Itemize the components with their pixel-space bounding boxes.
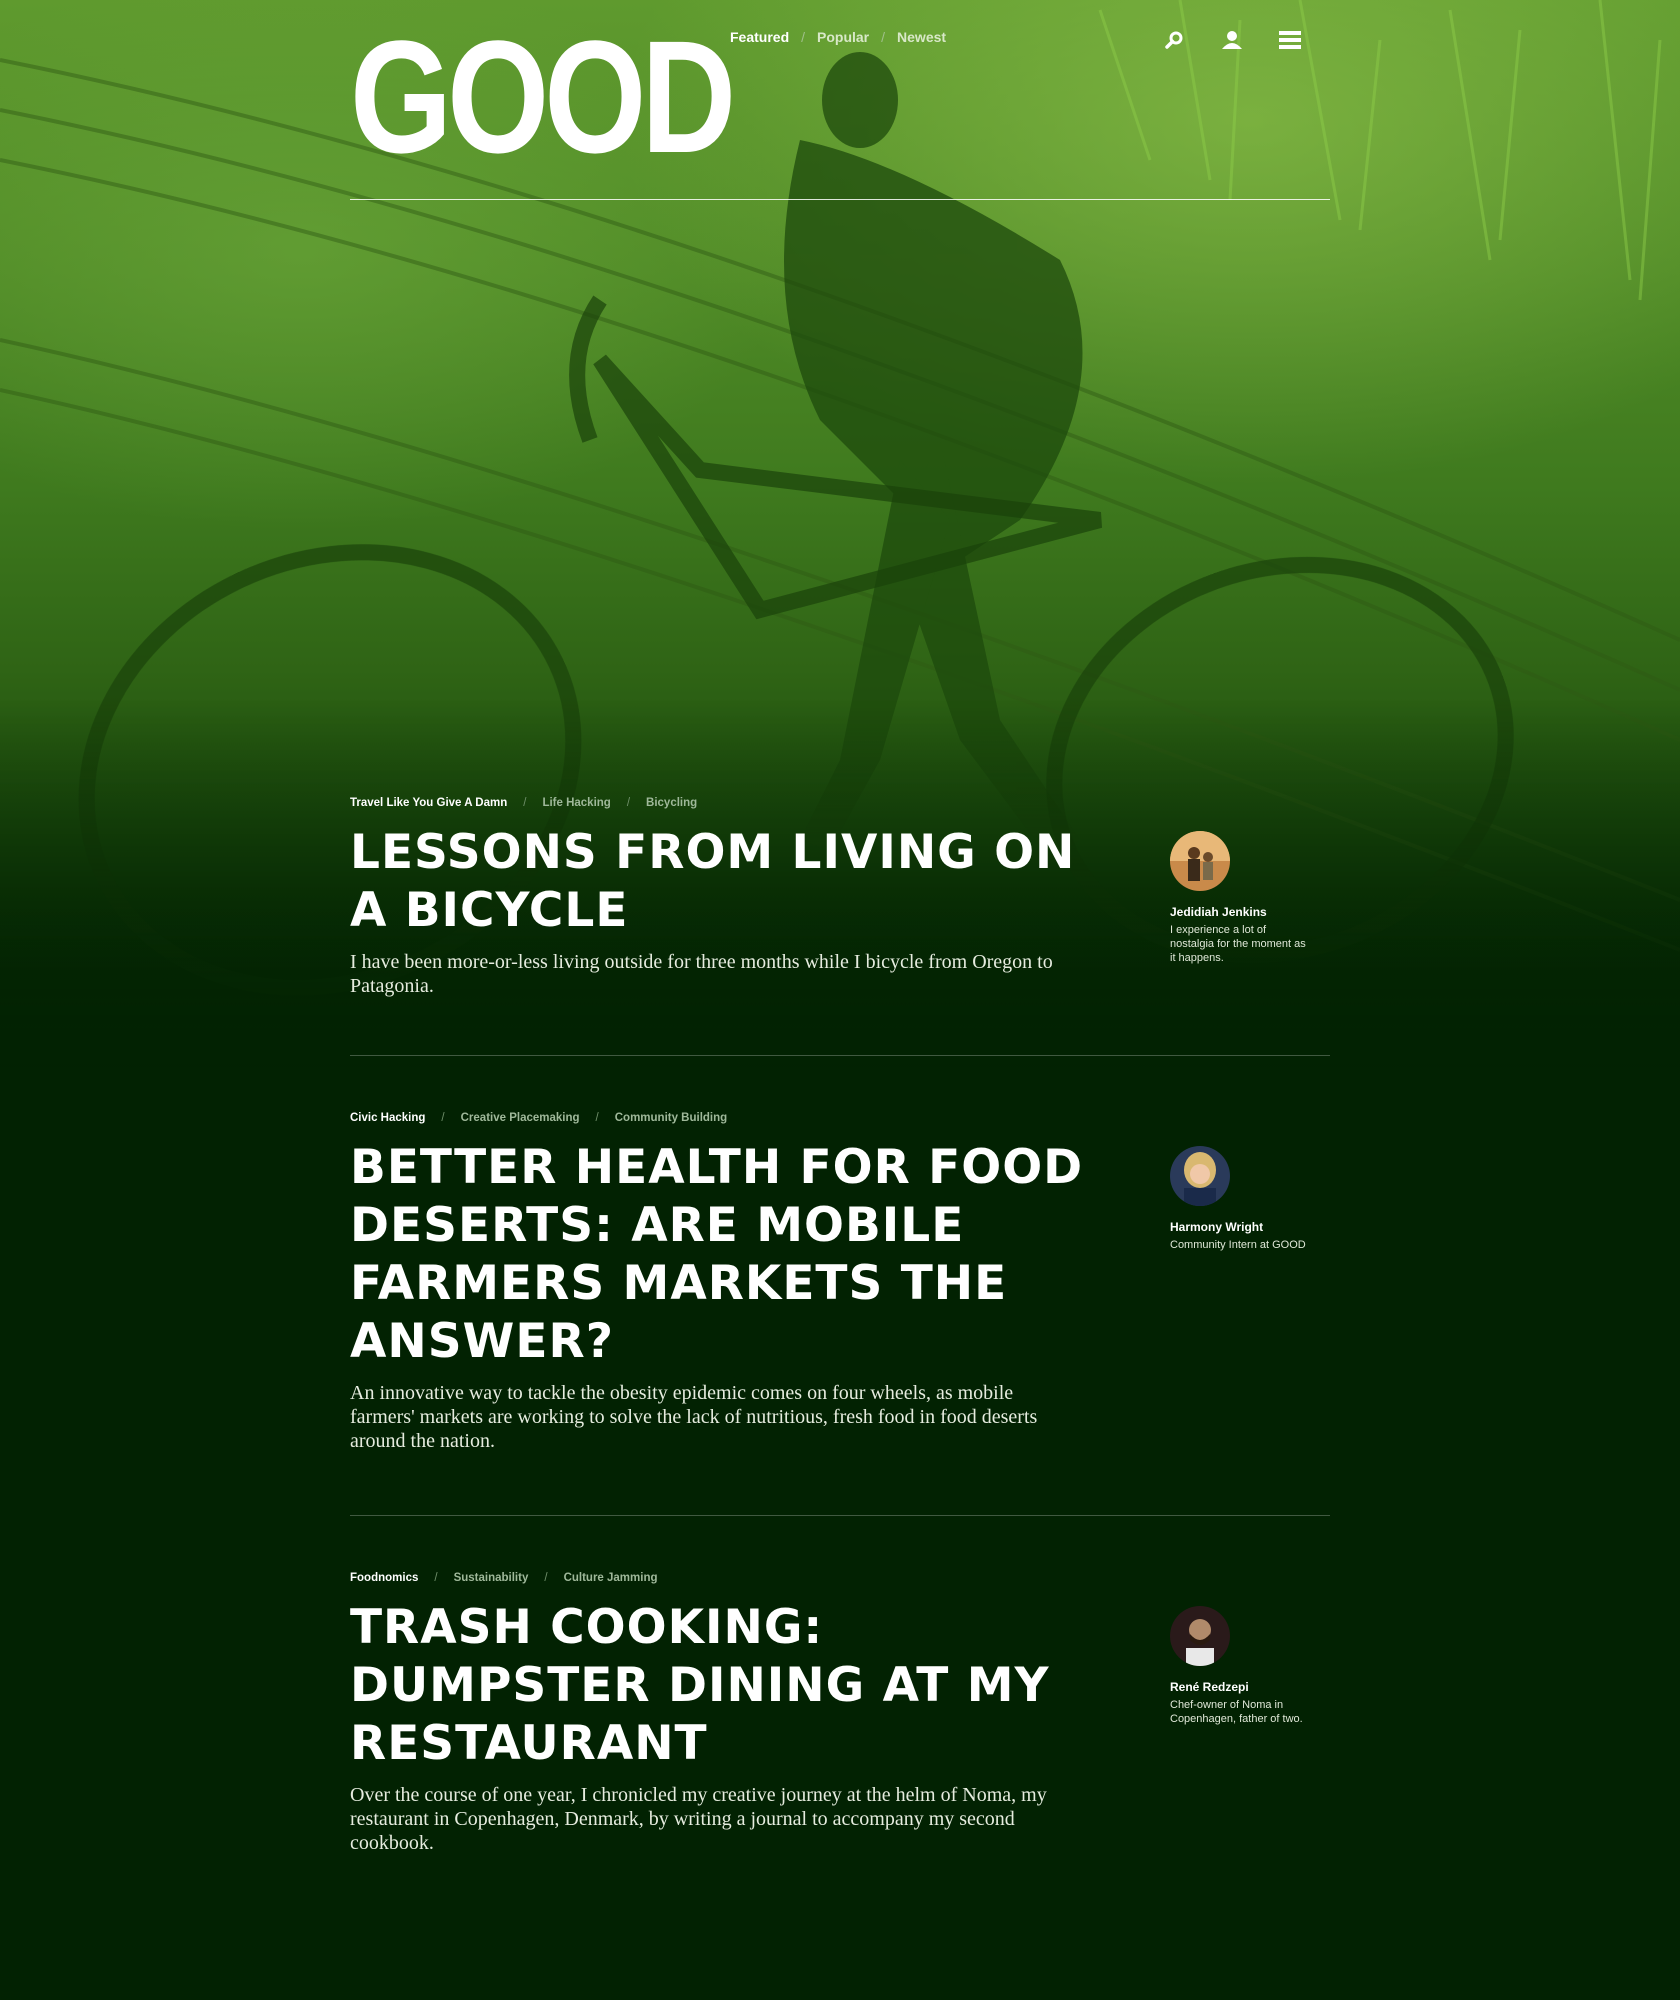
tag-link[interactable]: Creative Placemaking xyxy=(461,1112,580,1124)
author-bio: I experience a lot of nostalgia for the … xyxy=(1170,924,1306,964)
author-name[interactable]: Harmony Wright xyxy=(1170,1220,1310,1234)
nav-separator: / xyxy=(801,29,806,45)
author-name[interactable]: Jedidiah Jenkins xyxy=(1170,905,1310,919)
tag-link[interactable]: Life Hacking xyxy=(542,797,610,809)
article-tags: Travel Like You Give A Damn / Life Hacki… xyxy=(350,797,1330,809)
tag-separator: / xyxy=(544,1572,548,1584)
author-card: René Redzepi Chef-owner of Noma in Copen… xyxy=(1170,1606,1310,1726)
author-name[interactable]: René Redzepi xyxy=(1170,1680,1310,1694)
article-dek: I have been more-or-less living outside … xyxy=(350,951,1053,997)
search-icon[interactable] xyxy=(1160,26,1188,54)
tag-link[interactable]: Civic Hacking xyxy=(350,1112,425,1124)
main-nav: Featured / Popular / Newest xyxy=(730,29,946,45)
nav-newest[interactable]: Newest xyxy=(897,29,946,45)
tag-link[interactable]: Community Building xyxy=(615,1112,727,1124)
article-dek: Over the course of one year, I chronicle… xyxy=(350,1784,1047,1854)
tag-separator: / xyxy=(441,1112,445,1124)
article-divider xyxy=(350,1055,1330,1056)
tag-link[interactable]: Travel Like You Give A Damn xyxy=(350,797,507,809)
article-divider xyxy=(350,1515,1330,1516)
article-title[interactable]: Better Health for Food Deserts: Are Mobi… xyxy=(350,1139,1090,1371)
site-logo[interactable]: GOOD xyxy=(350,17,736,177)
header-divider xyxy=(350,199,1330,200)
article-dek: An innovative way to tackle the obesity … xyxy=(350,1382,1038,1452)
nav-separator: / xyxy=(881,29,886,45)
author-bio: Chef-owner of Noma in Copenhagen, father… xyxy=(1170,1699,1303,1725)
tag-separator: / xyxy=(626,797,631,809)
article-card: Civic Hacking / Creative Placemaking / C… xyxy=(350,1112,1330,1453)
author-card: Harmony Wright Community Intern at GOOD xyxy=(1170,1146,1310,1252)
tag-separator: / xyxy=(595,1112,599,1124)
article-tags: Foodnomics / Sustainability / Culture Ja… xyxy=(350,1572,1330,1584)
avatar[interactable] xyxy=(1170,831,1230,891)
avatar[interactable] xyxy=(1170,1146,1230,1206)
article-card: Travel Like You Give A Damn / Life Hacki… xyxy=(350,797,1330,998)
tag-link[interactable]: Foodnomics xyxy=(350,1572,418,1584)
nav-popular[interactable]: Popular xyxy=(817,29,869,45)
article-tags: Civic Hacking / Creative Placemaking / C… xyxy=(350,1112,1330,1124)
user-icon[interactable] xyxy=(1218,26,1246,54)
article-card: Foodnomics / Sustainability / Culture Ja… xyxy=(350,1572,1330,1855)
menu-icon[interactable] xyxy=(1276,26,1304,54)
tag-link[interactable]: Culture Jamming xyxy=(564,1572,658,1584)
avatar[interactable] xyxy=(1170,1606,1230,1666)
tag-separator: / xyxy=(523,797,527,809)
header-icons xyxy=(1160,26,1334,54)
author-bio: Community Intern at GOOD xyxy=(1170,1239,1306,1251)
tag-link[interactable]: Bicycling xyxy=(646,797,697,809)
tag-link[interactable]: Sustainability xyxy=(454,1572,529,1584)
author-card: Jedidiah Jenkins I experience a lot of n… xyxy=(1170,831,1310,965)
nav-featured[interactable]: Featured xyxy=(730,29,789,45)
tag-separator: / xyxy=(434,1572,438,1584)
article-title[interactable]: Trash Cooking: Dumpster Dining at My Res… xyxy=(350,1599,1090,1773)
article-title[interactable]: Lessons from Living on a Bicycle xyxy=(350,824,1090,940)
